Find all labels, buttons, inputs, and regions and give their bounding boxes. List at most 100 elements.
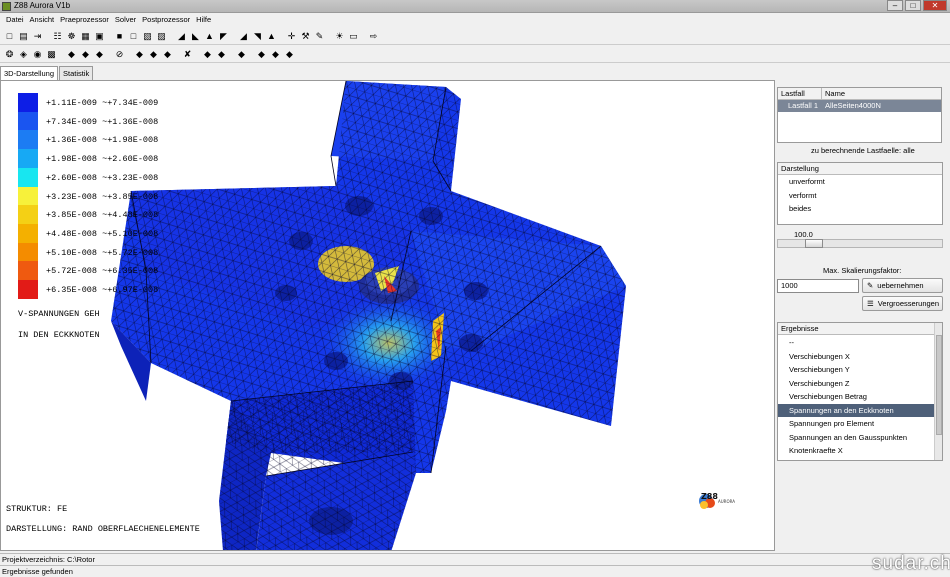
menu-datei[interactable]: Datei <box>3 14 27 26</box>
element-red-icon[interactable]: ◆ <box>79 48 92 61</box>
element-blue-icon[interactable]: ◆ <box>93 48 106 61</box>
ergebnisse-item[interactable]: Verschiebungen Y <box>778 363 934 377</box>
menu-postprozessor[interactable]: Postprozessor <box>139 14 193 26</box>
3d-viewport[interactable]: +1.11E-009 ~+7.34E-009 +7.34E-009 ~+1.36E… <box>0 80 775 551</box>
menu-ansicht[interactable]: Ansicht <box>27 14 58 26</box>
delete-icon[interactable]: ⊘ <box>113 48 126 61</box>
ergebnisse-item[interactable]: Spannungen pro Element <box>778 417 934 431</box>
menu-hilfe[interactable]: Hilfe <box>193 14 214 26</box>
element-icon[interactable]: ◉ <box>31 48 44 61</box>
exit-icon[interactable]: ⇨ <box>367 30 380 43</box>
node-icon[interactable]: ◆ <box>65 48 78 61</box>
legend-swatch <box>18 186 38 206</box>
scale-factor-input[interactable]: 1000 <box>777 279 859 293</box>
loadcase-name: AlleSeiten4000N <box>825 101 881 110</box>
svg-text:AURORA: AURORA <box>718 499 735 504</box>
ergebnisse-item[interactable]: -- <box>778 336 934 350</box>
mesh-icon[interactable]: ☷ <box>51 30 64 43</box>
main-toolbar: □ ▤ ⇥ ☷ ☸ ▦ ▣ ■ □ ▧ ▨ ◢ ◣ ▲ ◤ ◢ ◥ ▲ ✛ ⚒ ✎ ☀ ▭ ⇨ <box>0 28 950 45</box>
loadcase-row[interactable]: Lastfall 1 AlleSeiten4000N <box>778 100 941 112</box>
window-title: Z88 Aurora V1b <box>14 1 71 10</box>
load-icon[interactable]: ◣ <box>189 30 202 43</box>
loadcase-col-lastfall[interactable]: Lastfall <box>781 88 822 99</box>
ergebnisse-item[interactable]: Verschiebungen Z <box>778 377 934 391</box>
select-icon[interactable]: ❂ <box>3 48 16 61</box>
z88-aurora-logo: Z88 AURORA <box>698 490 746 510</box>
grid-icon[interactable]: ▦ <box>79 30 92 43</box>
legend-swatch <box>18 223 38 243</box>
legend-label: +3.85E-008 ~+4.48E-008 <box>46 210 159 221</box>
cube-wire-icon[interactable]: □ <box>127 30 140 43</box>
cube-solid-icon[interactable]: ■ <box>113 30 126 43</box>
ergebnisse-item[interactable]: Spannungen an den Gausspunkten <box>778 431 934 445</box>
scale-slider[interactable] <box>777 239 943 248</box>
tab-statistik[interactable]: Statistik <box>59 66 94 80</box>
save-icon[interactable]: ▩ <box>45 48 58 61</box>
label-icon[interactable]: ▭ <box>347 30 360 43</box>
new-file-icon[interactable]: □ <box>3 30 16 43</box>
svg-text:Z88: Z88 <box>701 492 718 501</box>
status-message: Ergebnisse gefunden <box>0 565 950 577</box>
close-button[interactable]: ✕ <box>923 0 947 11</box>
mesh-refine-icon[interactable]: ☸ <box>65 30 78 43</box>
mesh-green-icon[interactable]: ◆ <box>201 48 214 61</box>
view-tabs: 3D-Darstellung Statistik <box>0 66 94 80</box>
stress-icon[interactable]: ◆ <box>255 48 268 61</box>
force-icon[interactable]: ◆ <box>133 48 146 61</box>
menu-praeprozessor[interactable]: Praeprozessor <box>57 14 112 26</box>
result-icon[interactable]: ▲ <box>265 30 278 43</box>
tools-icon[interactable]: ⚒ <box>299 30 312 43</box>
scrollbar-thumb[interactable] <box>936 335 942 435</box>
legend-row: +1.36E-008 ~+1.98E-008 <box>18 130 198 150</box>
solve-run-icon[interactable]: ◥ <box>251 30 264 43</box>
mesh-red-icon[interactable]: ◆ <box>215 48 228 61</box>
material-db-icon[interactable]: ◈ <box>17 48 30 61</box>
import-icon[interactable]: ⇥ <box>31 30 44 43</box>
magnify-button[interactable]: ☰ Vergroesserungen <box>862 296 943 311</box>
menu-solver[interactable]: Solver <box>112 14 139 26</box>
mesh-blue-icon[interactable]: ◆ <box>235 48 248 61</box>
force-x-icon[interactable]: ◆ <box>147 48 160 61</box>
legend-swatch <box>18 167 38 187</box>
menu-bar: Datei Ansicht Praeprozessor Solver Postp… <box>0 14 950 26</box>
pan-icon[interactable]: ✛ <box>285 30 298 43</box>
ergebnisse-item[interactable]: Verschiebungen Betrag <box>778 390 934 404</box>
material-icon[interactable]: ▣ <box>93 30 106 43</box>
ergebnisse-scrollbar[interactable] <box>934 323 942 460</box>
darstellung-header: Darstellung <box>778 163 942 175</box>
tab-3d-darstellung[interactable]: 3D-Darstellung <box>0 66 59 80</box>
constraint-icon[interactable]: ◤ <box>217 30 230 43</box>
brush-icon[interactable]: ✎ <box>313 30 326 43</box>
legend-label: +6.35E-008 ~+6.97E-008 <box>46 285 159 295</box>
cube-face-icon[interactable]: ▧ <box>141 30 154 43</box>
legend-label: +4.48E-008 ~+5.10E-008 <box>46 228 159 239</box>
solver-icon[interactable]: ◢ <box>237 30 250 43</box>
legend-row: +5.72E-008 ~+6.35E-008 <box>18 261 198 281</box>
legend-label: +1.11E-009 ~+7.34E-009 <box>46 98 159 108</box>
open-folder-icon[interactable]: ▤ <box>17 30 30 43</box>
displacement-icon[interactable]: ✘ <box>181 48 194 61</box>
legend-swatch <box>18 280 38 299</box>
legend-label: +3.23E-008 ~+3.85E-008 <box>46 191 159 202</box>
light-icon[interactable]: ☀ <box>333 30 346 43</box>
apply-button[interactable]: ✎ uebernehmen <box>862 278 943 293</box>
support-icon[interactable]: ▲ <box>203 30 216 43</box>
ergebnisse-item[interactable]: Spannungen an den Eckknoten <box>778 403 934 417</box>
watermark: sudar.ch <box>872 553 950 574</box>
ergebnisse-item[interactable]: Verschiebungen X <box>778 350 934 364</box>
maximize-button[interactable]: □ <box>905 0 921 11</box>
scale-slider-thumb[interactable] <box>804 239 823 248</box>
darstellung-item[interactable]: unverformt <box>778 175 942 189</box>
apply-button-label: uebernehmen <box>877 281 924 290</box>
boundary-icon[interactable]: ◢ <box>175 30 188 43</box>
force-y-icon[interactable]: ◆ <box>161 48 174 61</box>
minimize-button[interactable]: – <box>887 0 903 11</box>
stress-elements-icon[interactable]: ◆ <box>283 48 296 61</box>
stress-nodes-icon[interactable]: ◆ <box>269 48 282 61</box>
darstellung-item[interactable]: verformt <box>778 189 942 203</box>
result-type-line1: V-SPANNUNGEN GEH <box>18 309 100 319</box>
loadcase-col-name[interactable]: Name <box>822 88 845 99</box>
darstellung-item[interactable]: beides <box>778 202 942 216</box>
cube-transparent-icon[interactable]: ▨ <box>155 30 168 43</box>
ergebnisse-item[interactable]: Knotenkraefte X <box>778 444 934 458</box>
